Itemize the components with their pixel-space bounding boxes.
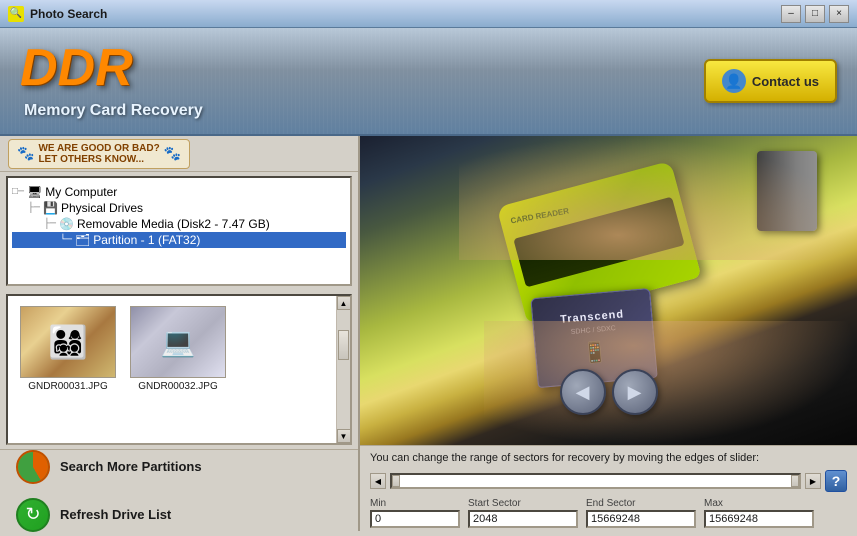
tree-label-partition-1: Partition - 1 (FAT32) [93,233,200,247]
tree-connector-1: ├─ [28,203,40,214]
tree-connector: □─ [12,187,24,198]
slider-right-arrow[interactable]: ▶ [805,473,821,489]
slider-left-arrow[interactable]: ◀ [370,473,386,489]
refresh-drive-label: Refresh Drive List [60,507,171,522]
badge-icon: 🐾 [17,145,34,162]
sd-logo: 📱 [582,339,609,366]
photo-preview: Transcend SDHC / SDXC 📱 ◀ ▶ [360,136,857,445]
partition-tree-icon: 🗂 [75,233,90,247]
sd-brand: Transcend [560,309,625,327]
badge-text: WE ARE GOOD OR BAD? LET OTHERS KNOW... [38,143,159,165]
max-input[interactable] [704,510,814,528]
badge-line1: WE ARE GOOD OR BAD? [38,143,159,154]
badge-icon-right: 🐾 [164,145,181,162]
contact-button[interactable]: 👤 Contact us [704,59,837,103]
main-content: 🐾 WE ARE GOOD OR BAD? LET OTHERS KNOW...… [0,136,857,531]
tree-item-physical-drives[interactable]: ├─ 💾 Physical Drives [12,200,346,216]
rating-badge[interactable]: 🐾 WE ARE GOOD OR BAD? LET OTHERS KNOW...… [8,139,190,169]
bottom-buttons: Search More Partitions ↻ Refresh Drive L… [0,449,358,531]
header: DDR Memory Card Recovery 👤 Contact us [0,28,857,136]
media-icon: 💿 [59,217,74,231]
tree-item-my-computer[interactable]: □─ 🖥 My Computer [12,184,346,200]
scroll-up-arrow[interactable]: ▲ [337,296,351,310]
partition-icon [16,450,50,484]
app-icon: 🔍 [8,6,24,22]
slider-track[interactable] [390,473,801,489]
refresh-icon: ↻ [16,498,50,532]
minimize-button[interactable]: – [781,5,801,23]
app-title: Photo Search [30,7,107,21]
left-panel: 🐾 WE ARE GOOD OR BAD? LET OTHERS KNOW...… [0,136,360,531]
max-label: Max [704,498,814,509]
computer-icon: 🖥 [27,185,42,199]
scroll-down-arrow[interactable]: ▼ [337,429,351,443]
start-sector-label: Start Sector [468,498,578,509]
slider-track-container: ◀ ▶ ? [370,470,847,492]
nav-forward-icon: ▶ [628,382,642,403]
nav-back-icon: ◀ [576,382,590,403]
tree-label-my-computer: My Computer [45,185,117,199]
thumbnail-image-2 [130,306,226,378]
slider-section: You can change the range of sectors for … [360,445,857,531]
usb-plug [757,151,817,231]
ddr-logo: DDR [20,38,133,98]
thumbnail-area[interactable]: GNDR00031.JPG GNDR00032.JPG ▲ ▼ [6,294,352,445]
badge-line2: LET OTHERS KNOW... [38,154,159,165]
tree-item-partition-1[interactable]: └─ 🗂 Partition - 1 (FAT32) [12,232,346,248]
maximize-button[interactable]: □ [805,5,825,23]
thumbnail-image-1 [20,306,116,378]
tree-label-physical-drives: Physical Drives [61,201,143,215]
refresh-drive-button[interactable]: ↻ Refresh Drive List [10,494,348,536]
max-group: Max [704,498,814,528]
thumbnail-item-2[interactable]: GNDR00032.JPG [128,306,228,392]
nav-forward-button[interactable]: ▶ [612,369,658,415]
scroll-track[interactable] [337,310,350,429]
search-partitions-button[interactable]: Search More Partitions [10,446,348,488]
thumbnail-item-1[interactable]: GNDR00031.JPG [18,306,118,392]
right-panel: Transcend SDHC / SDXC 📱 ◀ ▶ You can chan… [360,136,857,531]
slider-label: You can change the range of sectors for … [370,452,847,464]
thumbnail-scrollbar[interactable]: ▲ ▼ [336,296,350,443]
start-sector-group: Start Sector [468,498,578,528]
badge-bar: 🐾 WE ARE GOOD OR BAD? LET OTHERS KNOW...… [0,136,358,172]
tree-connector-2: ├─ [44,219,56,230]
start-sector-input[interactable] [468,510,578,528]
contact-icon: 👤 [722,69,746,93]
drive-icon: 💾 [43,201,58,215]
scroll-thumb[interactable] [338,330,349,360]
help-button[interactable]: ? [825,470,847,492]
tree-connector-3: └─ [60,235,72,246]
tree-label-removable-media: Removable Media (Disk2 - 7.47 GB) [77,217,270,231]
tree-item-removable-media[interactable]: ├─ 💿 Removable Media (Disk2 - 7.47 GB) [12,216,346,232]
slider-thumb-left[interactable] [392,475,400,487]
slider-values: Min Start Sector End Sector Max [370,498,847,528]
search-partitions-label: Search More Partitions [60,459,202,474]
titlebar-left: 🔍 Photo Search [8,6,107,22]
nav-back-button[interactable]: ◀ [560,369,606,415]
preview-nav-controls: ◀ ▶ [560,369,658,415]
end-sector-group: End Sector [586,498,696,528]
contact-label: Contact us [752,74,819,89]
slider-thumb-right[interactable] [791,475,799,487]
thumbnail-label-2: GNDR00032.JPG [138,381,217,392]
file-tree[interactable]: □─ 🖥 My Computer ├─ 💾 Physical Drives ├─… [6,176,352,286]
min-label: Min [370,498,460,509]
titlebar: 🔍 Photo Search – □ × [0,0,857,28]
thumbnail-label-1: GNDR00031.JPG [28,381,107,392]
min-group: Min [370,498,460,528]
close-button[interactable]: × [829,5,849,23]
min-input[interactable] [370,510,460,528]
titlebar-controls: – □ × [781,5,849,23]
app-subtitle: Memory Card Recovery [24,102,203,120]
sd-type: SDHC / SDXC [571,325,617,336]
end-sector-input[interactable] [586,510,696,528]
end-sector-label: End Sector [586,498,696,509]
